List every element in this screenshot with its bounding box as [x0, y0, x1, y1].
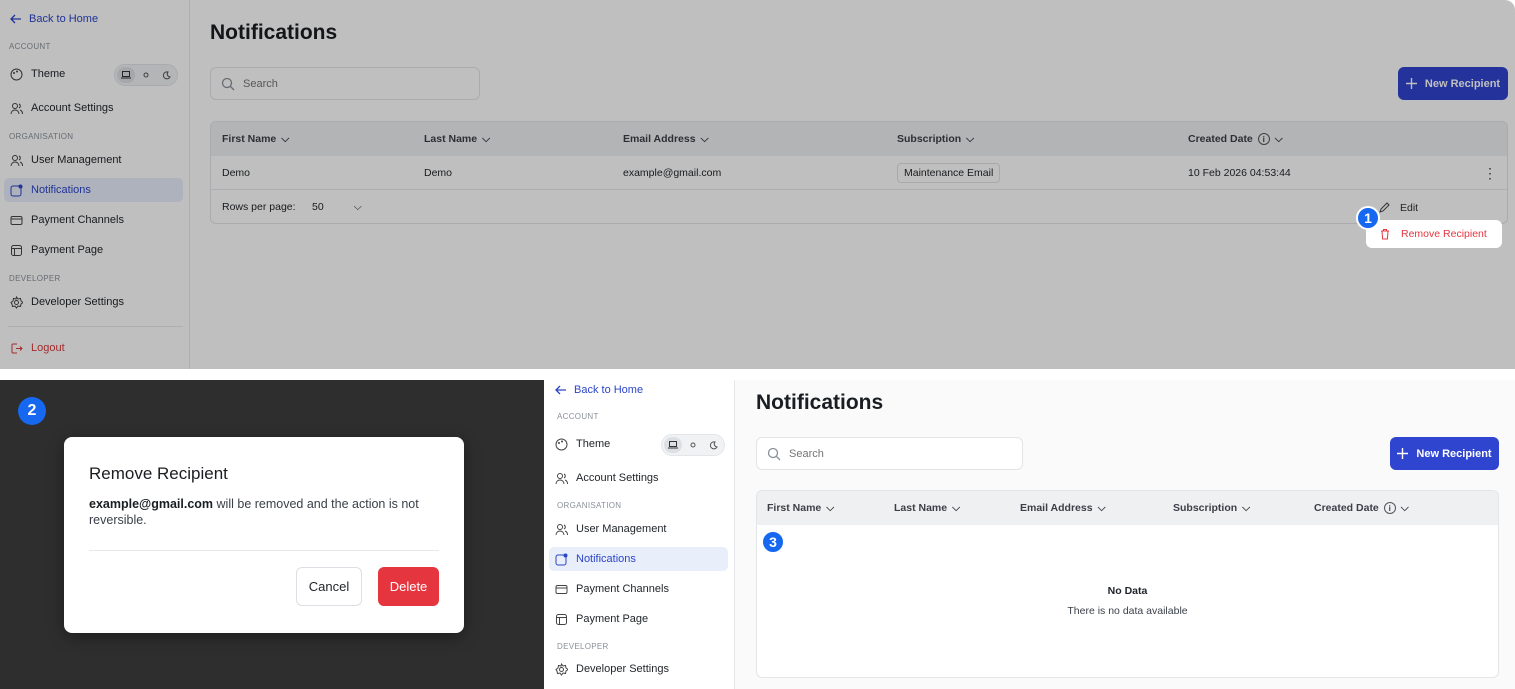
recipients-table: First Name ⌵ Last Name ⌵ Email Address ⌵ Su…	[756, 490, 1499, 678]
sidebar-item-label: Notifications	[576, 553, 636, 565]
trash-icon	[1381, 229, 1389, 240]
chevron-down-icon: ⌵	[1242, 501, 1251, 514]
step-badge-2: 2	[18, 397, 46, 425]
sidebar-item-notifications[interactable]: Notifications	[549, 547, 728, 571]
sidebar-item-account-settings[interactable]: Account Settings	[549, 466, 728, 490]
panel-row-actions: Back to Home ACCOUNT Theme Account Setti…	[0, 0, 1515, 369]
back-to-home-link[interactable]: Back to Home	[555, 384, 643, 396]
sidebar-item-payment-page[interactable]: Payment Page	[549, 607, 728, 631]
column-label: Last Name	[894, 502, 948, 514]
dialog-title: Remove Recipient	[89, 464, 228, 483]
section-organisation: ORGANISATION	[557, 501, 622, 510]
delete-button[interactable]: Delete	[378, 567, 439, 606]
empty-state-title: No Data	[1107, 585, 1148, 597]
info-icon: i	[1383, 502, 1396, 514]
users-icon	[555, 523, 568, 535]
column-label: Subscription	[1173, 502, 1238, 514]
column-label: First Name	[767, 502, 822, 514]
chevron-down-icon: ⌵	[952, 501, 961, 514]
theme-label: Theme	[576, 438, 611, 450]
chevron-down-icon: ⌵	[1097, 501, 1106, 514]
sidebar-item-label: Payment Page	[576, 613, 649, 625]
sun-icon[interactable]	[684, 437, 702, 453]
search-icon	[767, 447, 781, 460]
laptop-icon[interactable]	[664, 437, 682, 453]
page-icon	[556, 613, 567, 625]
users-icon	[555, 472, 568, 484]
column-subscription[interactable]: Subscription ⌵	[1173, 491, 1250, 525]
moon-icon[interactable]	[704, 437, 722, 453]
column-label: Created Date	[1314, 502, 1379, 514]
page-title: Notifications	[756, 391, 884, 414]
pencil-icon	[1379, 202, 1390, 213]
menu-item-edit[interactable]: Edit	[1378, 202, 1418, 214]
section-developer: DEVELOPER	[557, 642, 609, 651]
panel-confirm-dialog: 2 Remove Recipient example@gmail.com wil…	[0, 380, 544, 689]
arrow-left-icon	[555, 385, 566, 395]
panel-empty-state: Back to Home ACCOUNT Theme Account Setti…	[545, 380, 1515, 689]
sidebar-item-label: Account Settings	[576, 472, 659, 484]
new-recipient-button[interactable]: New Recipient	[1390, 437, 1499, 470]
dialog-divider	[89, 550, 439, 551]
row-action-menu: Edit Remove Recipient	[1366, 196, 1502, 248]
column-created-date[interactable]: Created Date i ⌵	[1314, 491, 1409, 525]
menu-item-remove-recipient[interactable]: Remove Recipient	[1366, 220, 1502, 248]
chevron-down-icon: ⌵	[1400, 501, 1409, 514]
sidebar-item-label: Developer Settings	[576, 663, 669, 675]
notification-icon	[555, 553, 568, 565]
sidebar-item-label: User Management	[576, 523, 667, 535]
cancel-button[interactable]: Cancel	[296, 567, 362, 606]
step-badge-1: 1	[1356, 206, 1380, 230]
step-badge-3: 3	[761, 530, 785, 554]
palette-icon	[555, 438, 568, 450]
sidebar-item-payment-channels[interactable]: Payment Channels	[549, 577, 728, 601]
table-header: First Name ⌵ Last Name ⌵ Email Address ⌵ Su…	[757, 491, 1498, 525]
menu-item-label: Remove Recipient	[1401, 228, 1487, 240]
remove-recipient-dialog: Remove Recipient example@gmail.com will …	[64, 437, 464, 633]
plus-icon	[1397, 448, 1409, 459]
empty-state-subtitle: There is no data available	[1067, 605, 1188, 617]
new-recipient-label: New Recipient	[1416, 447, 1492, 460]
column-first-name[interactable]: First Name ⌵	[767, 491, 834, 525]
section-account: ACCOUNT	[557, 412, 599, 421]
theme-toggle[interactable]	[661, 434, 725, 456]
sidebar-item-user-management[interactable]: User Management	[549, 517, 728, 541]
sidebar-item-label: Payment Channels	[576, 583, 669, 595]
dim-overlay	[0, 0, 1515, 369]
dialog-message: example@gmail.com will be removed and th…	[89, 496, 449, 528]
column-label: Email Address	[1020, 502, 1093, 514]
back-to-home-label: Back to Home	[574, 384, 644, 396]
dialog-email: example@gmail.com	[89, 497, 214, 511]
column-last-name[interactable]: Last Name ⌵	[894, 491, 960, 525]
menu-item-label: Edit	[1400, 202, 1419, 214]
search-field[interactable]	[756, 437, 1023, 470]
column-email[interactable]: Email Address ⌵	[1020, 491, 1106, 525]
card-icon	[555, 584, 568, 594]
sidebar: Back to Home ACCOUNT Theme Account Setti…	[545, 380, 735, 689]
chevron-down-icon: ⌵	[826, 501, 835, 514]
sidebar-item-developer-settings[interactable]: Developer Settings	[549, 657, 728, 681]
gear-icon	[555, 662, 568, 676]
search-input[interactable]	[789, 447, 989, 460]
